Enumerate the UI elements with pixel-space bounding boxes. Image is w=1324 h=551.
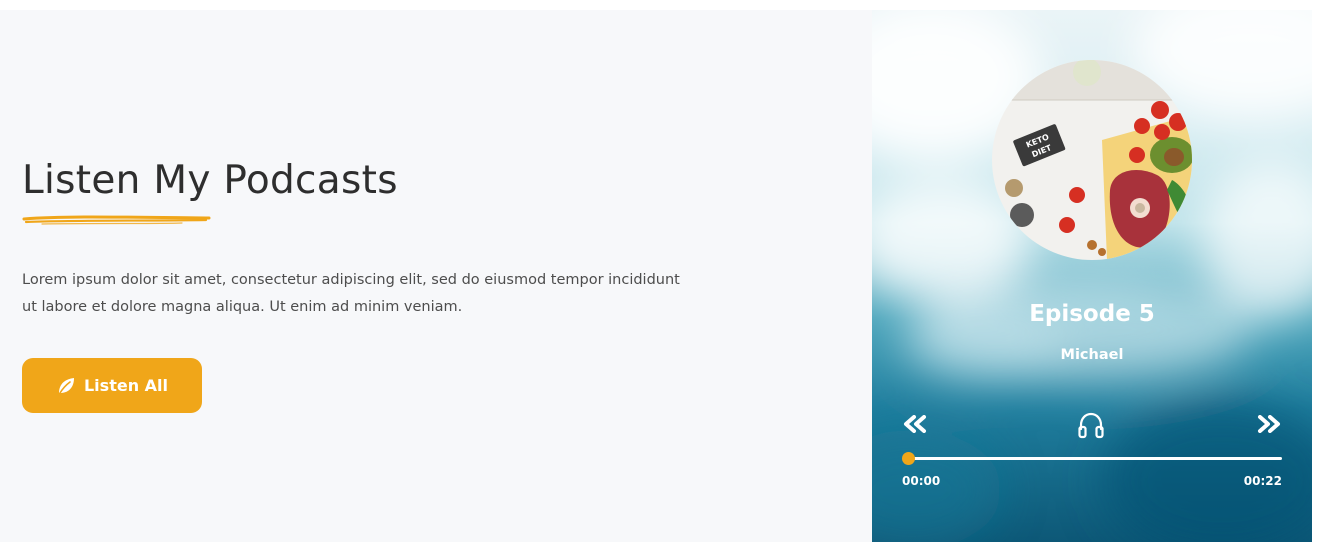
podcast-player-card: KETO DIET Episode 5 Michael 00:00 00:22 bbox=[872, 10, 1312, 542]
episode-title: Episode 5 bbox=[1029, 301, 1155, 327]
section-title: Listen My Podcasts bbox=[22, 158, 398, 203]
episode-cover-image: KETO DIET bbox=[992, 60, 1192, 260]
next-button[interactable] bbox=[1256, 415, 1282, 437]
double-chevron-right-icon bbox=[1258, 415, 1280, 433]
listen-button[interactable] bbox=[1076, 410, 1106, 444]
listen-all-button[interactable]: Listen All bbox=[22, 358, 202, 413]
double-chevron-left-icon bbox=[904, 415, 926, 433]
progress-track[interactable] bbox=[908, 457, 1282, 460]
previous-button[interactable] bbox=[902, 415, 928, 437]
section-description: Lorem ipsum dolor sit amet, consectetur … bbox=[22, 272, 680, 315]
leaf-icon bbox=[56, 376, 76, 396]
total-time: 00:22 bbox=[1243, 474, 1282, 488]
progress-handle[interactable] bbox=[902, 452, 915, 465]
current-time: 00:00 bbox=[902, 474, 941, 488]
listen-all-label: Listen All bbox=[83, 376, 168, 395]
episode-author: Michael bbox=[1060, 347, 1124, 363]
page: Listen My Podcasts Lorem ipsum dolor sit… bbox=[0, 0, 1324, 551]
headphones-icon bbox=[1078, 412, 1104, 439]
title-underline-brush bbox=[22, 215, 211, 225]
